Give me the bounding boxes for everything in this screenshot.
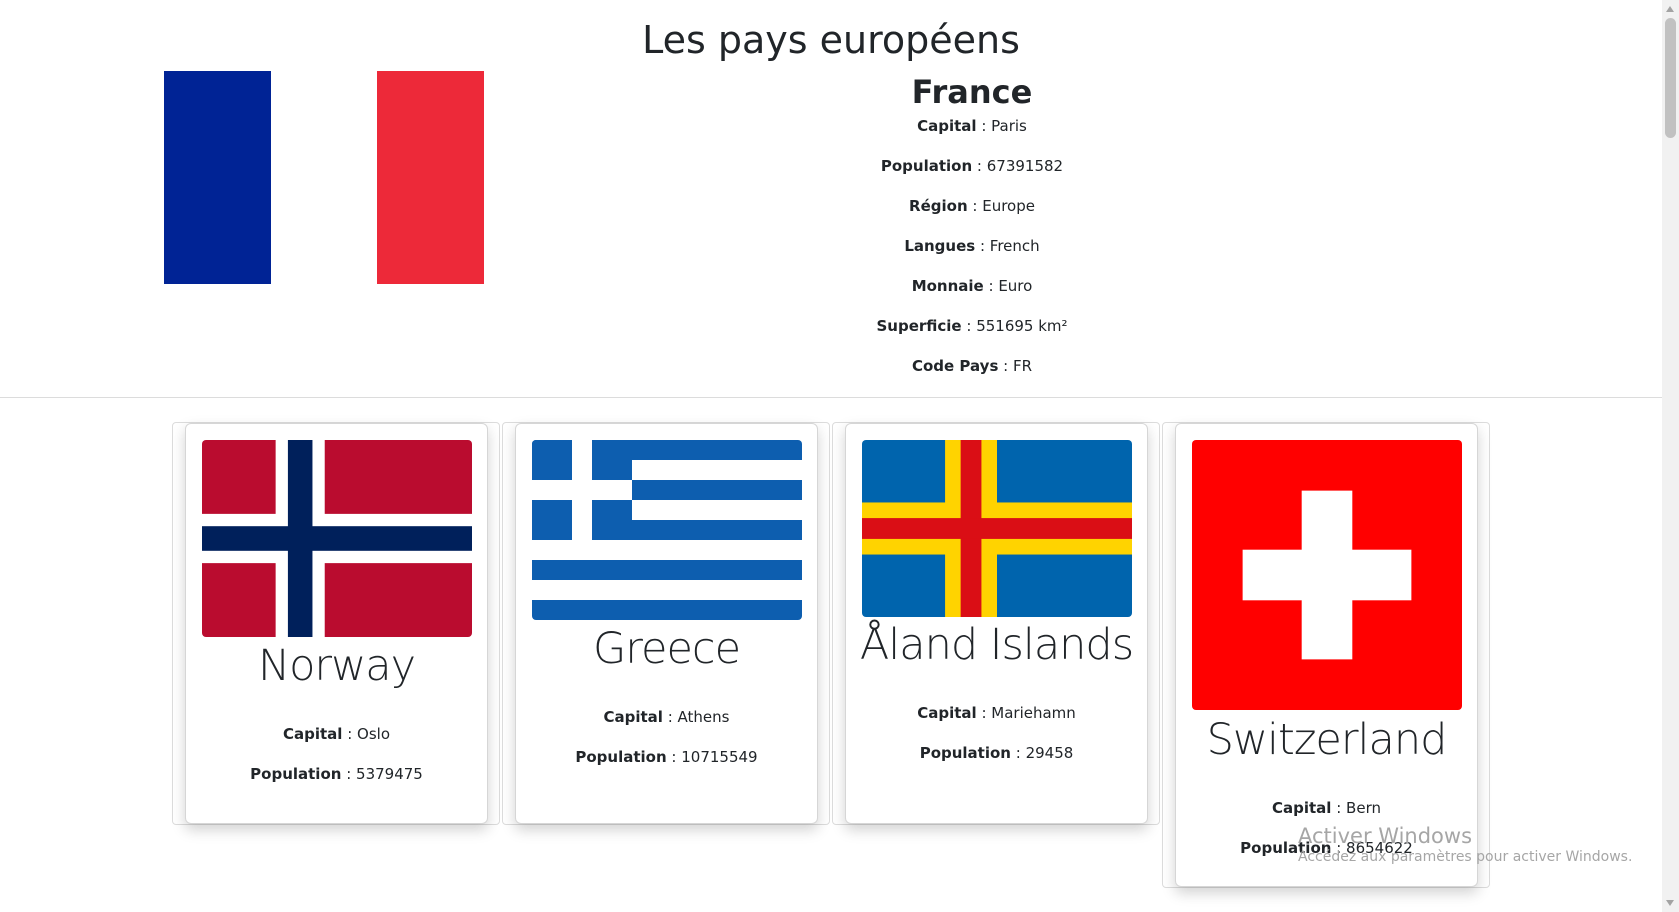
country-name: Norway: [257, 641, 416, 691]
country-card-norway[interactable]: Norway Capital : Oslo Population : 53794…: [185, 423, 488, 824]
field-label: Capital: [917, 117, 977, 135]
country-capital: Capital : Mariehamn: [917, 704, 1076, 722]
country-name: Åland Islands: [859, 620, 1134, 670]
country-capital: Capital : Athens: [603, 708, 730, 726]
flag-stripe-blue: [164, 71, 271, 284]
country-name: Switzerland: [1206, 715, 1448, 765]
field-label: Population: [250, 765, 342, 783]
country-card-switzerland[interactable]: Switzerland Capital : Bern Population : …: [1175, 423, 1478, 887]
field-label: Code Pays: [911, 357, 999, 375]
page-title: Les pays européens: [642, 18, 1020, 62]
greece-flag-icon: [532, 440, 802, 620]
country-population: Population : 10715549: [575, 748, 758, 766]
field-label: Monnaie: [911, 277, 984, 295]
field-capital: Capital : Paris: [917, 117, 1027, 135]
field-label: Population: [880, 157, 973, 175]
field-value: 551695 km²: [976, 317, 1068, 335]
field-value: 10715549: [681, 748, 758, 766]
field-value: Paris: [991, 117, 1027, 135]
country-card-greece[interactable]: Greece Capital : Athens Population : 107…: [515, 423, 818, 824]
field-label: Capital: [917, 704, 977, 722]
field-country-code: Code Pays : FR: [911, 357, 1033, 375]
field-label: Capital: [603, 708, 663, 726]
norway-flag-icon: [202, 440, 472, 637]
featured-country-info: France Capital : Paris Population : 6739…: [772, 72, 1172, 396]
country-card-wrapper: Norway Capital : Oslo Population : 53794…: [172, 422, 500, 825]
country-card-wrapper: Switzerland Capital : Bern Population : …: [1162, 422, 1490, 888]
field-label: Population: [919, 744, 1011, 762]
activation-watermark-title: Activer Windows: [1298, 824, 1473, 848]
field-value: Mariehamn: [991, 704, 1076, 722]
field-label: Capital: [1272, 799, 1332, 817]
field-population: Population : 67391582: [880, 157, 1064, 175]
country-name: Greece: [592, 624, 741, 674]
activation-watermark-text: Accédez aux paramètres pour activer Wind…: [1298, 849, 1633, 865]
france-flag: [164, 71, 485, 284]
field-value: 29458: [1025, 744, 1074, 762]
field-area: Superficie : 551695 km²: [876, 317, 1068, 335]
field-label: Langues: [904, 237, 976, 255]
country-capital: Capital : Bern: [1272, 799, 1381, 817]
country-population: Population : 5379475: [250, 765, 423, 783]
field-value: 5379475: [356, 765, 423, 783]
featured-country-name: France: [911, 73, 1033, 111]
field-value: Euro: [998, 277, 1033, 295]
field-label: Population: [575, 748, 667, 766]
scroll-thumb[interactable]: [1665, 18, 1676, 138]
field-value: French: [989, 237, 1040, 255]
vertical-scrollbar[interactable]: [1662, 0, 1679, 912]
field-value: Bern: [1346, 799, 1381, 817]
field-value: Europe: [982, 197, 1035, 215]
country-card-wrapper: Åland Islands Capital : Mariehamn Popula…: [832, 422, 1160, 825]
field-value: FR: [1012, 357, 1033, 375]
switzerland-flag-icon: [1192, 440, 1462, 710]
country-population: Population : 29458: [919, 744, 1074, 762]
field-label: Capital: [282, 725, 343, 743]
flag-stripe-white: [270, 71, 378, 284]
field-value: 67391582: [986, 157, 1064, 175]
field-value: Athens: [677, 708, 730, 726]
field-label: Superficie: [876, 317, 962, 335]
aland-flag-icon: [862, 440, 1132, 617]
field-value: Oslo: [357, 725, 390, 743]
country-capital: Capital : Oslo: [282, 725, 390, 743]
scroll-down-icon[interactable]: [1666, 900, 1674, 906]
field-currency: Monnaie : Euro: [911, 277, 1033, 295]
scroll-up-icon[interactable]: [1666, 6, 1674, 12]
country-card-wrapper: Greece Capital : Athens Population : 107…: [502, 422, 830, 825]
field-label: Région: [909, 197, 968, 215]
divider: [0, 397, 1662, 398]
country-card-aland-islands[interactable]: Åland Islands Capital : Mariehamn Popula…: [845, 423, 1148, 824]
field-region: Région : Europe: [909, 197, 1035, 215]
flag-stripe-red: [377, 71, 485, 284]
field-languages: Langues : French: [904, 237, 1040, 255]
